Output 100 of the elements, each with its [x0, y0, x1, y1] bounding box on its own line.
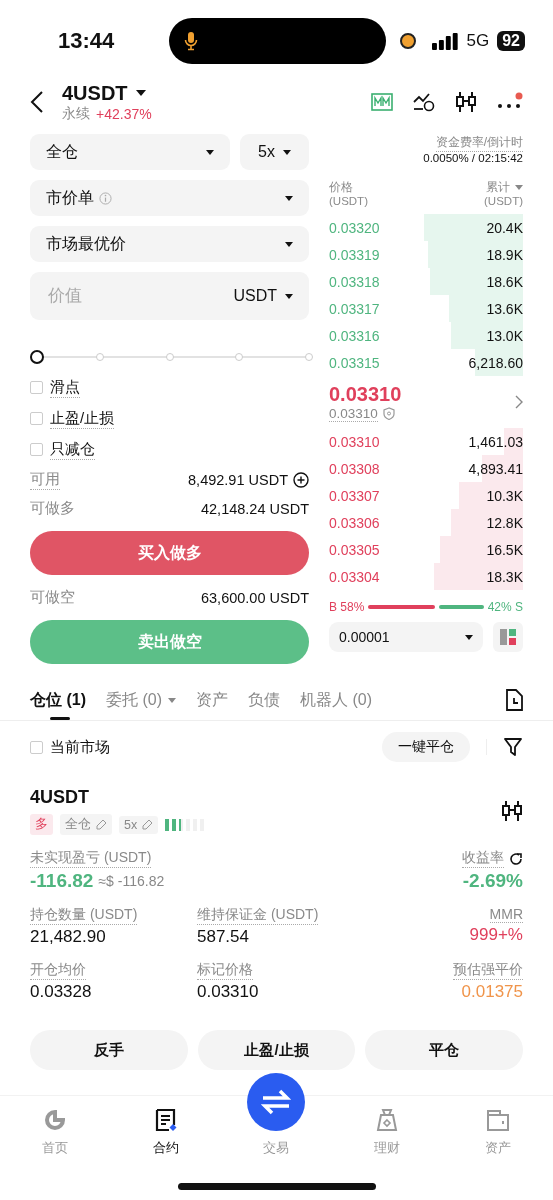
tab[interactable]: 资产	[196, 680, 228, 720]
caret-icon	[285, 195, 293, 201]
ask-row[interactable]: 0.03315 6,218.60	[329, 349, 523, 376]
order-type-select[interactable]: 市价单	[30, 180, 309, 216]
funding-rate-label[interactable]: 资金费率/倒计时	[435, 134, 523, 152]
tab[interactable]: 仓位 (1)	[30, 680, 86, 720]
bid-total: 10.3K	[486, 487, 523, 504]
ask-row[interactable]: 0.03318 18.6K	[329, 268, 523, 295]
tab[interactable]: 委托 (0)	[106, 680, 176, 720]
ask-row[interactable]: 0.03317 13.6K	[329, 295, 523, 322]
checkbox[interactable]	[30, 381, 43, 394]
status-time: 13:44	[58, 28, 116, 54]
close-all-button[interactable]: 一键平仓	[382, 732, 470, 762]
checkbox[interactable]	[30, 740, 43, 754]
bid-price: 0.03304	[329, 568, 380, 585]
option-label: 只减仓	[50, 439, 95, 460]
microphone-icon	[183, 31, 198, 51]
shield-icon	[382, 407, 395, 420]
column-header: 价格	[329, 180, 354, 195]
max-long-label: 可做多	[30, 499, 75, 518]
available-label: 可用	[30, 469, 60, 490]
tab[interactable]: 负债	[248, 680, 280, 720]
candlestick-icon[interactable]	[455, 91, 477, 113]
option-label: 滑点	[50, 377, 80, 398]
home-icon	[43, 1108, 68, 1132]
filter-icon[interactable]	[503, 737, 523, 757]
bid-row[interactable]: 0.03308 4,893.41	[329, 455, 523, 482]
caret-icon	[515, 185, 523, 190]
bid-price: 0.03308	[329, 460, 380, 477]
recording-dot	[400, 33, 416, 49]
ask-total: 18.6K	[486, 273, 523, 290]
swap-icon	[261, 1089, 292, 1115]
edit-icon[interactable]	[96, 819, 107, 830]
edit-icon[interactable]	[142, 819, 154, 830]
caret-icon	[168, 697, 176, 703]
metric-value: 0.03328	[30, 982, 92, 1002]
metric-value: -116.82	[30, 870, 94, 892]
column-unit: (USDT)	[329, 195, 368, 207]
trade-button[interactable]	[247, 1073, 306, 1131]
position-action-button[interactable]: 止盈/止损	[197, 1030, 356, 1070]
sell-ratio: 42% S	[487, 600, 523, 614]
amount-input[interactable]: 价值	[46, 285, 234, 307]
bid-price: 0.03310	[329, 433, 380, 450]
ask-total: 20.4K	[486, 219, 523, 236]
metric-value: 999+%	[469, 925, 523, 945]
metric-label: 持仓数量 (USDT)	[30, 906, 138, 925]
unit-select[interactable]: USDT	[233, 287, 293, 305]
ask-row[interactable]: 0.03319 18.9K	[329, 241, 523, 268]
refresh-icon[interactable]	[509, 851, 523, 866]
column-header[interactable]: 累计	[486, 180, 523, 195]
metric-label: MMR	[489, 906, 523, 923]
tab[interactable]: 机器人 (0)	[300, 680, 372, 720]
add-icon[interactable]	[293, 471, 309, 488]
metric-label: 标记价格	[197, 961, 253, 980]
buy-long-button[interactable]: 买入做多	[30, 531, 309, 575]
buy-ratio: B 58%	[329, 600, 365, 614]
position-symbol: 4USDT	[30, 787, 90, 808]
bid-row[interactable]: 0.03305 16.5K	[329, 536, 523, 563]
mm-icon[interactable]	[371, 93, 393, 111]
price-mode-select[interactable]: 市场最优价	[30, 226, 309, 262]
max-short-value: 63,600.00 USDT	[201, 589, 309, 606]
tick-size-select[interactable]: 0.00001	[329, 622, 483, 652]
max-long-value: 42,148.24 USDT	[201, 500, 309, 517]
ask-row[interactable]: 0.03316 13.0K	[329, 322, 523, 349]
symbol-title[interactable]: 4USDT	[62, 81, 128, 105]
document-icon	[153, 1108, 178, 1132]
bid-total: 12.8K	[486, 514, 523, 531]
trend-icon[interactable]	[413, 92, 435, 112]
history-icon[interactable]	[505, 689, 523, 711]
candlestick-icon[interactable]	[501, 800, 523, 822]
caret-icon	[285, 241, 293, 247]
margin-mode-select[interactable]: 全仓	[30, 134, 230, 170]
layout-button[interactable]	[493, 622, 523, 652]
contract-type: 永续	[62, 104, 90, 123]
bid-row[interactable]: 0.03306 12.8K	[329, 509, 523, 536]
funding-rate-value: 0.0050% / 02:15:42	[423, 152, 523, 164]
bid-price: 0.03307	[329, 487, 380, 504]
ask-price: 0.03320	[329, 219, 380, 236]
position-action-button[interactable]: 平仓	[365, 1030, 523, 1070]
ask-price: 0.03318	[329, 273, 380, 290]
bid-row[interactable]: 0.03310 1,461.03	[329, 428, 523, 455]
checkbox[interactable]	[30, 412, 43, 425]
metric-value: 0.01375	[461, 982, 523, 1002]
metric-label: 预估强平价	[453, 961, 523, 980]
caret-icon[interactable]	[135, 90, 146, 96]
leverage-select[interactable]: 5x	[240, 134, 309, 170]
info-icon	[99, 191, 112, 205]
nav-item[interactable]: 合约	[146, 1096, 185, 1158]
last-price: 0.03310	[329, 382, 402, 406]
checkbox[interactable]	[30, 443, 43, 456]
amount-box[interactable]: 价值 USDT	[30, 272, 309, 320]
bid-price: 0.03306	[329, 514, 380, 531]
ask-total: 18.9K	[486, 246, 523, 263]
chevron-right-icon[interactable]	[515, 395, 523, 409]
bid-row[interactable]: 0.03304 18.3K	[329, 563, 523, 590]
back-icon[interactable]	[30, 90, 44, 114]
bid-total: 4,893.41	[468, 460, 523, 477]
position-action-button[interactable]: 反手	[30, 1030, 188, 1070]
ask-row[interactable]: 0.03320 20.4K	[329, 214, 523, 241]
bid-row[interactable]: 0.03307 10.3K	[329, 482, 523, 509]
